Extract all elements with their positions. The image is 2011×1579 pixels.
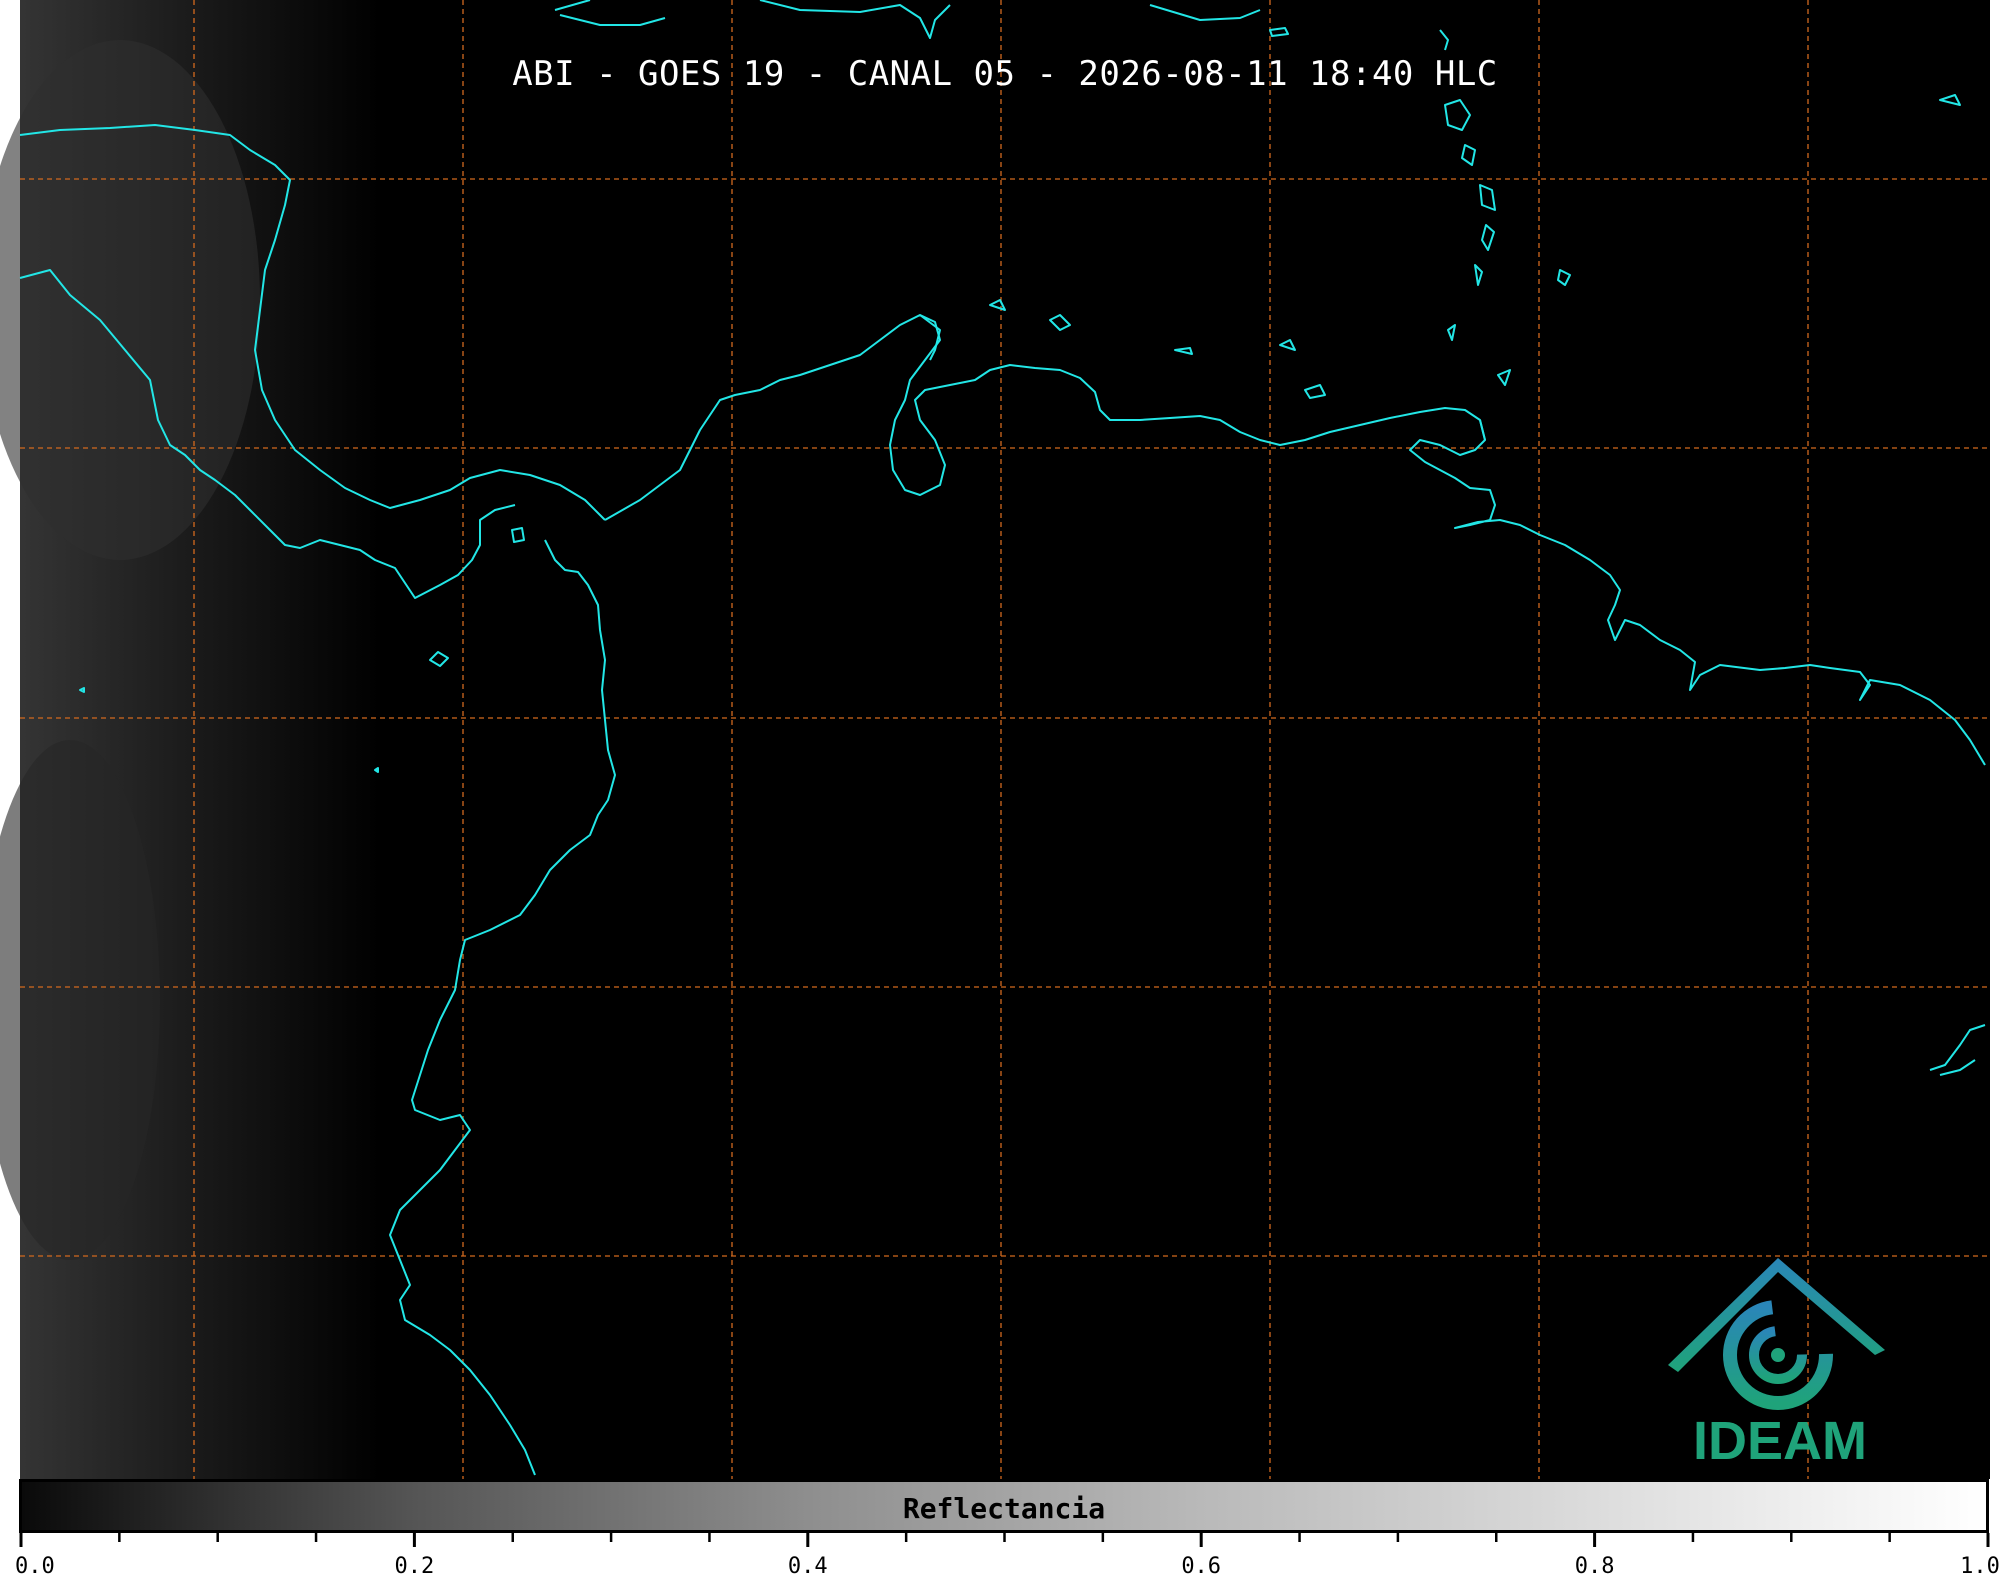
colorbar-ticks [19, 1533, 1990, 1547]
colorbar-tick-label: 0.8 [1574, 1554, 1615, 1579]
colorbar-tick-label: 0.0 [15, 1554, 55, 1579]
colorbar-tick-label: 1.0 [1960, 1554, 2000, 1579]
colorbar-tick-label: 0.6 [1181, 1554, 1222, 1579]
colorbar-tick-label: 0.2 [394, 1554, 435, 1579]
colorbar-tick-label: 0.4 [787, 1554, 828, 1579]
